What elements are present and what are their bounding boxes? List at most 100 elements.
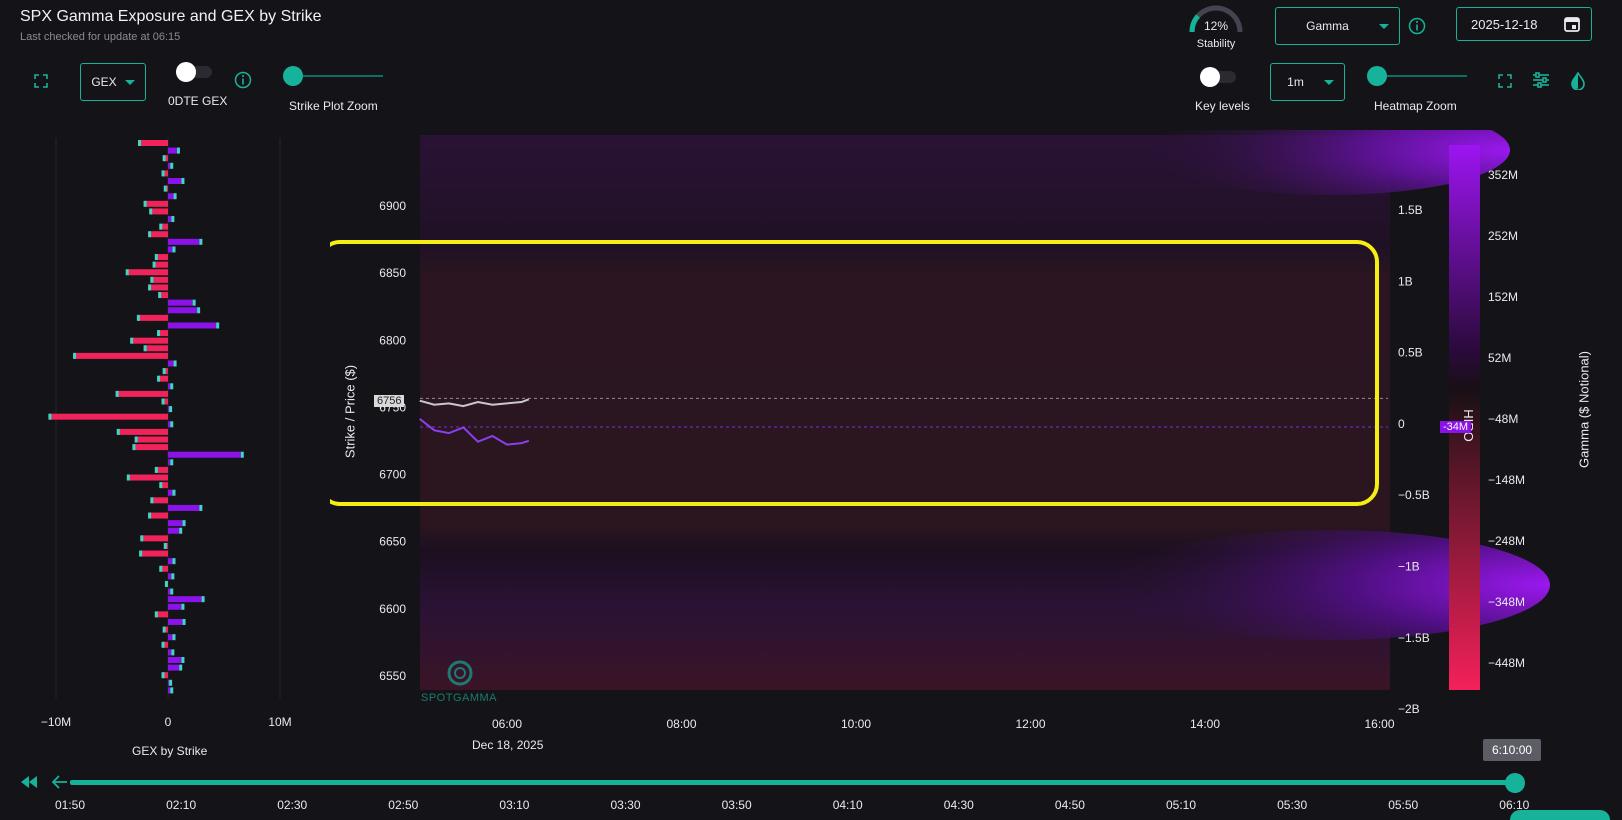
hiro-badge: -34M	[1440, 421, 1472, 433]
calendar-icon[interactable]	[1563, 15, 1581, 38]
metric-select[interactable]: Gamma	[1275, 7, 1400, 45]
date-picker[interactable]: 2025-12-18	[1456, 7, 1592, 41]
rewind-icon[interactable]	[20, 775, 38, 789]
chevron-down-icon	[1324, 80, 1334, 85]
heatmap-y-tick: 6650	[379, 535, 406, 549]
strike-bar	[50, 413, 168, 420]
colorbar-tick: −48M	[1488, 412, 1518, 426]
gamma-heatmap-chart[interactable]: 69006850680067506700665066006550 1.5B1B0…	[330, 130, 1610, 750]
strike-bar	[138, 314, 168, 321]
strike-bar	[151, 208, 168, 215]
gex-select[interactable]: GEX	[80, 63, 146, 101]
heatmap-x-tick: 12:00	[1015, 717, 1045, 731]
heatmap-y-tick: 6600	[379, 602, 406, 616]
strike-bar	[128, 474, 168, 481]
hiro-tick: −1.5B	[1398, 631, 1430, 645]
colorbar-tick: −248M	[1488, 534, 1525, 548]
strike-bar-cap	[182, 520, 186, 527]
chevron-down-icon	[125, 80, 135, 85]
strike-bar-cap	[154, 466, 158, 473]
info-icon[interactable]	[1408, 17, 1426, 35]
colorbar-tick: 352M	[1488, 168, 1518, 182]
heatmap-zoom-slider[interactable]	[1367, 64, 1467, 88]
theme-contrast-icon[interactable]	[1570, 71, 1586, 91]
odte-label: 0DTE GEX	[168, 94, 228, 108]
slider-thumb[interactable]	[1367, 66, 1387, 86]
strike-bar	[168, 299, 193, 306]
heatmap-y-label: Strike / Price ($)	[342, 364, 358, 459]
timeline-tick-label: 02:50	[388, 798, 419, 812]
last-checked-text: Last checked for update at 06:15	[20, 31, 181, 43]
strike-bar-cap	[159, 223, 163, 230]
step-back-icon[interactable]	[51, 775, 68, 789]
strike-bar	[168, 558, 173, 565]
strike-bar-cap	[138, 140, 141, 147]
strike-bar-cap	[154, 254, 158, 261]
strike-bar	[134, 444, 168, 451]
price-badge: 6756	[374, 395, 405, 407]
strike-bar	[159, 330, 168, 337]
strike-bar-cap	[161, 170, 165, 177]
strike-bar-cap	[170, 162, 174, 169]
strike-bar-cap	[163, 185, 167, 192]
strike-bar-cap	[134, 436, 138, 443]
strike-bar	[127, 269, 168, 276]
strike-bar	[168, 307, 198, 314]
gex-by-strike-title: GEX by Strike	[132, 744, 208, 758]
strike-bar-cap	[158, 292, 162, 299]
strike-bar	[152, 497, 168, 504]
hiro-tick: 1.5B	[1398, 203, 1423, 217]
heatmap-y-tick: 6900	[379, 199, 406, 213]
heatmap-x-tick: 14:00	[1190, 717, 1220, 731]
timeline-tick-label: 01:50	[55, 798, 86, 812]
settings-sliders-icon[interactable]	[1532, 72, 1550, 88]
strike-bar-cap	[163, 542, 167, 549]
strike-bar-cap	[181, 178, 185, 185]
slider-thumb[interactable]	[283, 66, 303, 86]
strike-bar-cap	[170, 459, 174, 466]
strike-bar-cap	[199, 238, 203, 245]
gex-by-strike-chart: −20M−10M010M20M	[41, 138, 292, 729]
chat-tab[interactable]	[1510, 810, 1610, 820]
expand-left-icon[interactable]	[34, 74, 48, 88]
strike-bar-cap	[170, 383, 174, 390]
strike-bar	[168, 603, 182, 610]
hiro-tick: 0	[1398, 417, 1405, 431]
timeline-thumb[interactable]	[1505, 773, 1525, 793]
heatmap-hotspot	[1110, 530, 1550, 640]
strike-bar-cap	[148, 512, 152, 519]
interval-select[interactable]: 1m	[1270, 63, 1345, 101]
strike-bar	[168, 687, 171, 694]
stability-label: Stability	[1196, 38, 1236, 50]
colorbar-tick: −148M	[1488, 473, 1525, 487]
timeline-track[interactable]	[70, 780, 1514, 785]
strike-bar-cap	[154, 611, 158, 618]
strike-bar-cap	[139, 550, 143, 557]
strike-bar	[168, 504, 200, 511]
info-icon[interactable]	[234, 71, 252, 89]
strike-bar-cap	[169, 406, 173, 413]
strike-bar	[150, 284, 168, 291]
odte-toggle[interactable]	[176, 62, 214, 82]
strike-bar	[161, 223, 168, 230]
key-levels-toggle[interactable]	[1200, 67, 1238, 87]
timeline-tick-label: 03:50	[721, 798, 752, 812]
strike-bar	[136, 436, 168, 443]
timeline-tick-label: 04:30	[943, 798, 974, 812]
strike-zoom-slider[interactable]	[283, 64, 383, 88]
expand-right-icon[interactable]	[1498, 74, 1512, 88]
colorbar-tick: −448M	[1488, 656, 1525, 670]
strike-bar	[132, 337, 168, 344]
timeline-tick-label: 02:10	[166, 798, 197, 812]
strike-bar	[168, 649, 172, 656]
strike-bar-cap	[181, 603, 185, 610]
strike-bar	[168, 459, 171, 466]
strike-bar-cap	[172, 634, 176, 641]
strike-bar	[75, 352, 168, 359]
strike-bar	[168, 451, 241, 458]
colorbar-label: Gamma ($ Notional)	[1576, 350, 1592, 469]
strike-bar	[168, 322, 217, 329]
heatmap-x-tick: 06:00	[492, 717, 522, 731]
strike-bar-cap	[157, 330, 161, 337]
timeline-tick-label: 03:30	[610, 798, 641, 812]
